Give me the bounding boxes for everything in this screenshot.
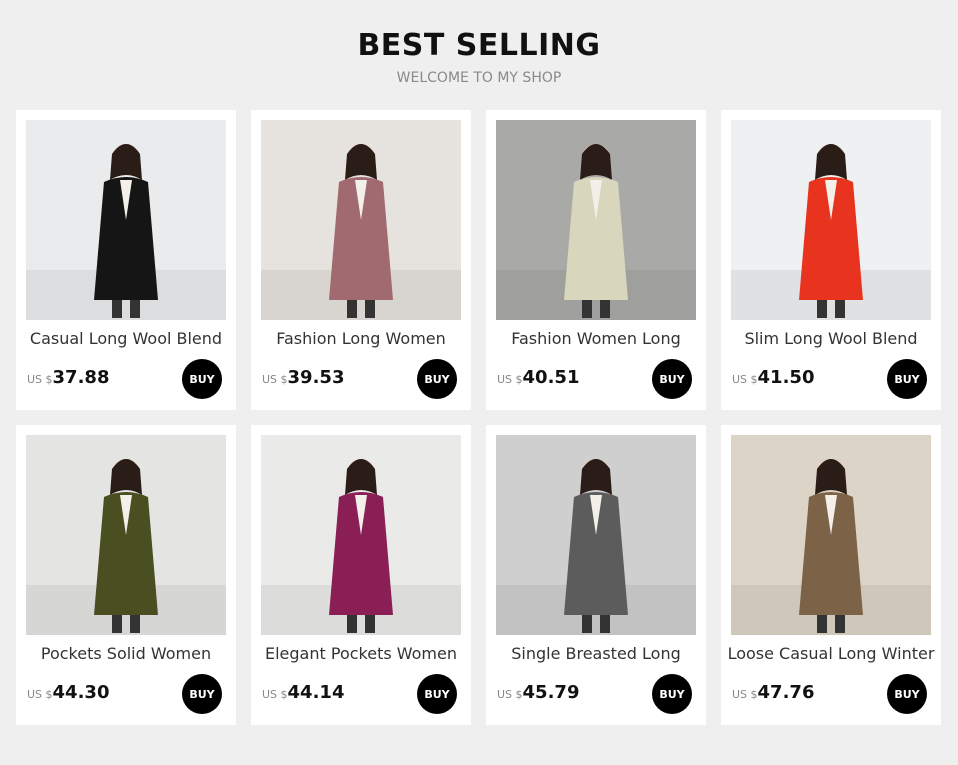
- product-card[interactable]: Fashion Long Women US $39.53 BUY: [251, 110, 471, 410]
- price-amount: 40.51: [522, 367, 580, 388]
- price-amount: 45.79: [522, 682, 580, 703]
- product-name[interactable]: Fashion Women Long: [486, 329, 706, 348]
- buy-button[interactable]: BUY: [652, 359, 692, 399]
- buy-button[interactable]: BUY: [652, 674, 692, 714]
- product-name[interactable]: Single Breasted Long: [486, 644, 706, 663]
- product-card[interactable]: Casual Long Wool Blend US $37.88 BUY: [16, 110, 236, 410]
- page-title: BEST SELLING: [357, 28, 601, 63]
- page-subtitle: WELCOME TO MY SHOP: [396, 70, 562, 86]
- price-amount: 44.30: [52, 682, 110, 703]
- price-amount: 44.14: [287, 682, 345, 703]
- product-photo[interactable]: [731, 435, 931, 635]
- product-price: US $44.14: [262, 682, 344, 703]
- price-currency: US $: [732, 688, 758, 701]
- product-photo[interactable]: [26, 120, 226, 320]
- price-amount: 41.50: [757, 367, 815, 388]
- product-photo[interactable]: [731, 120, 931, 320]
- product-price: US $41.50: [732, 367, 814, 388]
- product-price: US $39.53: [262, 367, 344, 388]
- buy-button[interactable]: BUY: [887, 674, 927, 714]
- buy-button[interactable]: BUY: [887, 359, 927, 399]
- price-currency: US $: [27, 688, 53, 701]
- product-name[interactable]: Loose Casual Long Winter: [721, 644, 941, 663]
- price-currency: US $: [262, 373, 288, 386]
- buy-button[interactable]: BUY: [182, 359, 222, 399]
- price-currency: US $: [27, 373, 53, 386]
- product-price: US $45.79: [497, 682, 579, 703]
- product-name[interactable]: Casual Long Wool Blend: [16, 329, 236, 348]
- product-card[interactable]: Single Breasted Long US $45.79 BUY: [486, 425, 706, 725]
- buy-button[interactable]: BUY: [417, 674, 457, 714]
- product-name[interactable]: Elegant Pockets Women: [251, 644, 471, 663]
- product-price: US $37.88: [27, 367, 109, 388]
- price-currency: US $: [497, 373, 523, 386]
- product-photo[interactable]: [261, 435, 461, 635]
- product-card[interactable]: Fashion Women Long US $40.51 BUY: [486, 110, 706, 410]
- buy-button[interactable]: BUY: [417, 359, 457, 399]
- price-currency: US $: [497, 688, 523, 701]
- product-photo[interactable]: [26, 435, 226, 635]
- product-card[interactable]: Elegant Pockets Women US $44.14 BUY: [251, 425, 471, 725]
- price-amount: 37.88: [52, 367, 110, 388]
- product-photo[interactable]: [261, 120, 461, 320]
- product-price: US $47.76: [732, 682, 814, 703]
- buy-button[interactable]: BUY: [182, 674, 222, 714]
- price-amount: 39.53: [287, 367, 345, 388]
- product-card[interactable]: Slim Long Wool Blend US $41.50 BUY: [721, 110, 941, 410]
- product-card[interactable]: Pockets Solid Women US $44.30 BUY: [16, 425, 236, 725]
- product-name[interactable]: Pockets Solid Women: [16, 644, 236, 663]
- product-name[interactable]: Slim Long Wool Blend: [721, 329, 941, 348]
- product-price: US $44.30: [27, 682, 109, 703]
- product-name[interactable]: Fashion Long Women: [251, 329, 471, 348]
- product-price: US $40.51: [497, 367, 579, 388]
- price-amount: 47.76: [757, 682, 815, 703]
- product-photo[interactable]: [496, 435, 696, 635]
- product-card[interactable]: Loose Casual Long Winter US $47.76 BUY: [721, 425, 941, 725]
- price-currency: US $: [262, 688, 288, 701]
- price-currency: US $: [732, 373, 758, 386]
- product-photo[interactable]: [496, 120, 696, 320]
